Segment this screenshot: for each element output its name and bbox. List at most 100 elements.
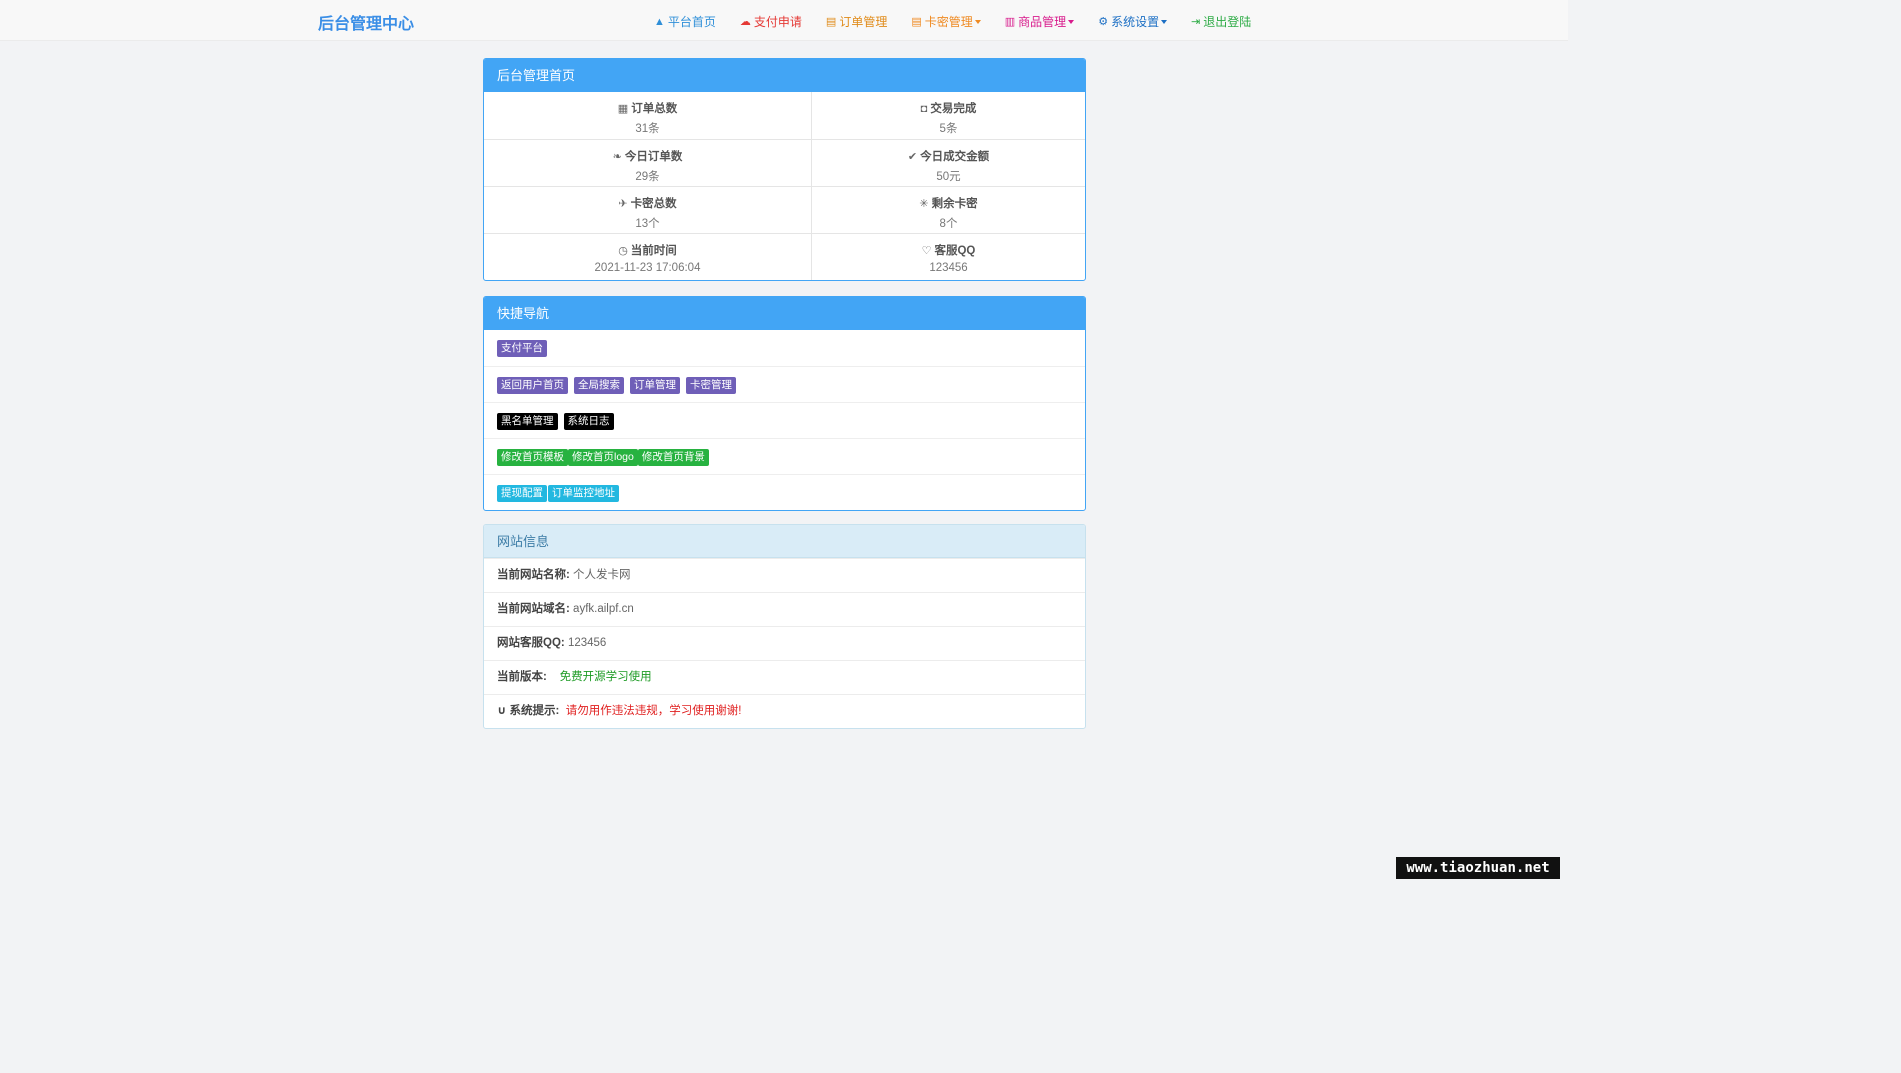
quick-nav-button[interactable]: 修改首页logo [568, 449, 638, 466]
quick-nav-button[interactable]: 订单监控地址 [548, 485, 619, 502]
cloud-icon: ☁ [739, 16, 751, 28]
main-nav: ▲ 平台首页 ☁ 支付申请 ▤ 订单管理 ▤ 卡密管理 ▥ 商品管理 ⚙ 系统设置 ⇥ 退出登陆 [654, 13, 1251, 30]
site-version-label: 当前版本: [497, 671, 547, 683]
quick-nav-row: 黑名单管理 系统日志 [484, 402, 1085, 438]
nav-item-4[interactable]: ▤ 卡密管理 [911, 13, 981, 30]
stat-label-text: 剩余卡密 [931, 198, 978, 210]
nav-item-label: 卡密管理 [924, 15, 973, 29]
stat-label-text: 客服QQ [934, 245, 976, 257]
quick-nav-body: 支付平台 返回用户首页 全局搜索 订单管理 卡密管理 黑名单管理 系统日志 修改首页模板 修改首… [484, 330, 1085, 510]
quick-nav-button[interactable]: 系统日志 [563, 413, 614, 430]
quick-nav-button[interactable]: 全局搜索 [574, 377, 624, 394]
stat-label: ✈ 卡密总数 [484, 195, 811, 211]
stat-value: 29条 [635, 171, 660, 183]
caret-down-icon [974, 19, 981, 24]
quick-nav-title: 快捷导航 [484, 297, 1085, 330]
quick-nav-button[interactable]: 卡密管理 [686, 377, 736, 394]
system-tip-value: 请勿用作违法违规，学习使用谢谢! [565, 705, 742, 717]
stat-label-text: 今日成交金额 [920, 151, 990, 163]
stat-cell: ◘ 交易完成 5条 [812, 92, 1085, 139]
stat-label-text: 卡密总数 [630, 198, 677, 210]
check-icon: ✔ [907, 151, 918, 163]
stat-label: ✔ 今日成交金额 [812, 148, 1085, 164]
stat-value: 13个 [635, 218, 660, 230]
quick-nav-button[interactable]: 黑名单管理 [497, 413, 558, 430]
stat-cell: ♡ 客服QQ 123456 [812, 233, 1085, 280]
stat-value: 31条 [635, 123, 660, 135]
gear-icon: ⚙ [1098, 16, 1109, 28]
quick-nav-button[interactable]: 返回用户首页 [497, 377, 568, 394]
home-panel: 后台管理首页 ▦ 订单总数 31条 ◘ 交易完成 5条 ❧ 今日订单数 29条 ✔ 今日成交金额 50… [483, 58, 1086, 281]
stat-value: 2021-11-23 17:06:04 [594, 262, 701, 274]
leaf-icon: ❧ [612, 151, 622, 163]
grid-icon: ▦ [617, 103, 629, 115]
stat-cell: ◷ 当前时间 2021-11-23 17:06:04 [484, 233, 812, 280]
nav-item-label: 平台首页 [667, 15, 716, 29]
site-info-panel: 网站信息 当前网站名称: 个人发卡网 当前网站域名: ayfk.ailpf.cn… [483, 524, 1086, 729]
site-name-row: 当前网站名称: 个人发卡网 [484, 558, 1085, 592]
nav-item-label: 订单管理 [839, 15, 888, 29]
book-icon: ▥ [1004, 16, 1016, 28]
quick-nav-row: 支付平台 [484, 330, 1085, 366]
site-qq-row: 网站客服QQ: 123456 [484, 626, 1085, 660]
quick-nav-button[interactable]: 修改首页背景 [637, 449, 709, 466]
stat-label-text: 今日订单数 [624, 151, 683, 163]
asterisk-icon: ✳ [919, 198, 929, 210]
list-icon: ▤ [911, 16, 922, 28]
top-navbar: 后台管理中心 ▲ 平台首页 ☁ 支付申请 ▤ 订单管理 ▤ 卡密管理 ▥ 商品管理 ⚙ 系统设置 ⇥ 退出… [0, 0, 1568, 41]
quick-nav-row: 返回用户首页 全局搜索 订单管理 卡密管理 [484, 366, 1085, 402]
stat-value: 50元 [936, 171, 961, 183]
caret-down-icon [1068, 19, 1075, 24]
site-domain-value: ayfk.ailpf.cn [573, 603, 634, 615]
nav-item-label: 商品管理 [1018, 15, 1067, 29]
stat-label: ◘ 交易完成 [812, 100, 1085, 116]
nav-item-label: 支付申请 [753, 15, 802, 29]
site-qq-label: 网站客服QQ: [497, 637, 565, 649]
cart-icon: ◘ [920, 103, 928, 115]
stat-cell: ✈ 卡密总数 13个 [484, 186, 812, 233]
system-tip-row: ∪ 系统提示: 请勿用作违法违规，学习使用谢谢! [484, 694, 1085, 728]
nav-item-7[interactable]: ⇥ 退出登陆 [1191, 13, 1251, 30]
site-name-value: 个人发卡网 [573, 569, 631, 581]
plane-icon: ✈ [618, 198, 628, 210]
stat-value: 5条 [939, 123, 958, 135]
stat-label: ✳ 剩余卡密 [812, 195, 1085, 211]
nav-item-6[interactable]: ⚙ 系统设置 [1098, 13, 1168, 30]
stat-cell: ❧ 今日订单数 29条 [484, 139, 812, 186]
nav-item-3[interactable]: ▤ 订单管理 [826, 13, 887, 30]
nav-item-5[interactable]: ▥ 商品管理 [1004, 13, 1075, 30]
stat-label: ❧ 今日订单数 [484, 148, 811, 164]
stat-label-text: 当前时间 [630, 245, 677, 257]
heart-icon: ♡ [921, 245, 932, 257]
stat-cell: ✳ 剩余卡密 8个 [812, 186, 1085, 233]
stat-label-text: 交易完成 [930, 103, 977, 115]
quick-nav-button[interactable]: 提现配置 [497, 485, 547, 502]
stat-label: ◷ 当前时间 [484, 242, 811, 258]
quick-nav-button[interactable]: 修改首页模板 [497, 449, 568, 466]
site-domain-row: 当前网站域名: ayfk.ailpf.cn [484, 592, 1085, 626]
watermark: www.tiaozhuan.net [1396, 857, 1560, 879]
stat-label-text: 订单总数 [631, 103, 678, 115]
stats-grid: ▦ 订单总数 31条 ◘ 交易完成 5条 ❧ 今日订单数 29条 ✔ 今日成交金额 50元 ✈ 卡密总数 1… [484, 92, 1085, 280]
nav-item-label: 系统设置 [1111, 15, 1160, 29]
quick-nav-row: 提现配置 订单监控地址 [484, 474, 1085, 510]
stat-value: 8个 [939, 218, 958, 230]
caret-down-icon [1161, 19, 1168, 24]
site-name-label: 当前网站名称: [497, 569, 570, 581]
quick-nav-row: 修改首页模板 修改首页logo 修改首页背景 [484, 438, 1085, 474]
stat-cell: ✔ 今日成交金额 50元 [812, 139, 1085, 186]
quick-nav-button[interactable]: 订单管理 [630, 377, 680, 394]
quick-nav-button[interactable]: 支付平台 [497, 340, 547, 357]
user-icon: ▲ [654, 15, 665, 28]
home-panel-title: 后台管理首页 [484, 59, 1085, 92]
nav-item-2[interactable]: ☁ 支付申请 [740, 13, 802, 30]
stat-value: 123456 [929, 262, 968, 274]
brand-title[interactable]: 后台管理中心 [318, 10, 414, 34]
stat-cell: ▦ 订单总数 31条 [484, 92, 812, 139]
nav-item-1[interactable]: ▲ 平台首页 [654, 13, 716, 30]
stat-label: ▦ 订单总数 [484, 100, 811, 116]
site-qq-value: 123456 [567, 637, 607, 649]
clock-icon: ◷ [618, 245, 628, 257]
site-domain-label: 当前网站域名: [497, 603, 570, 615]
calendar-icon: ▤ [825, 16, 837, 28]
